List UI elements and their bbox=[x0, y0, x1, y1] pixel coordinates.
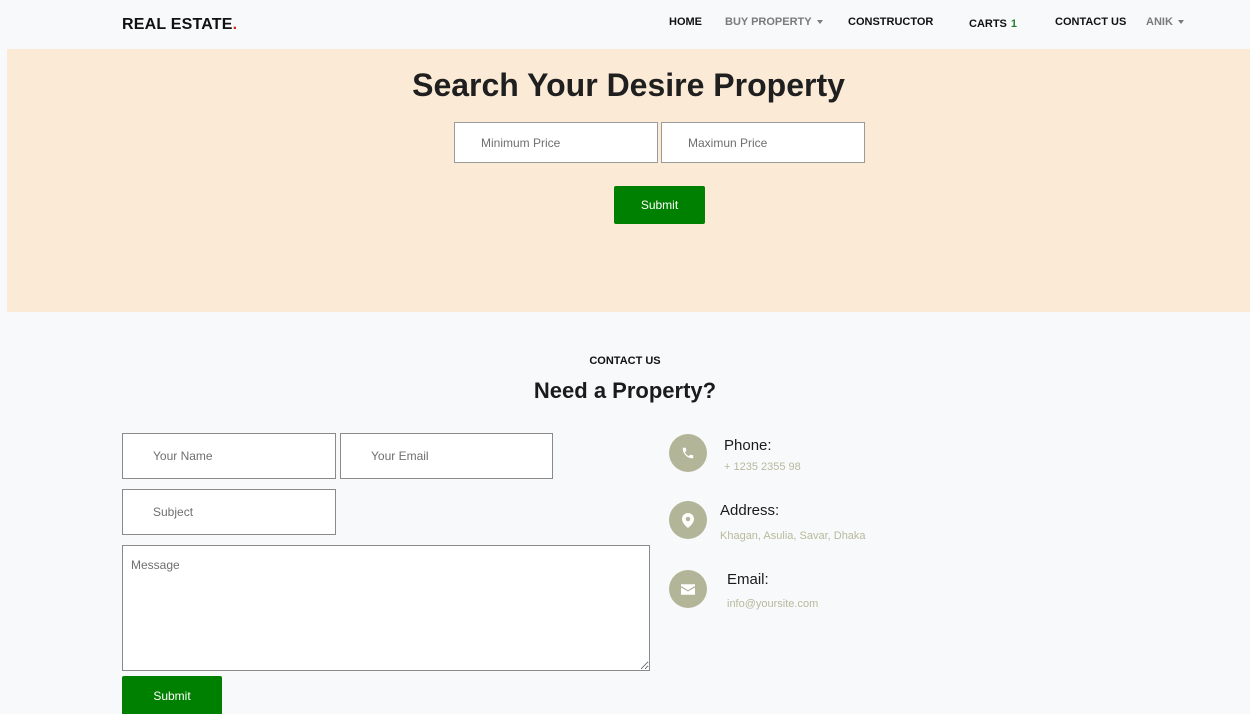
search-hero: Search Your Desire Property Submit bbox=[7, 49, 1250, 312]
chevron-down-icon bbox=[1177, 20, 1184, 25]
email-title: Email: bbox=[727, 571, 769, 588]
brand-dot: . bbox=[232, 16, 238, 33]
phone-icon bbox=[669, 434, 707, 472]
brand-logo[interactable]: REAL ESTATE. bbox=[122, 16, 237, 34]
minimum-price-input[interactable] bbox=[454, 122, 658, 163]
cart-count-badge: 1 bbox=[1010, 18, 1018, 30]
address-value: Khagan, Asulia, Savar, Dhaka bbox=[720, 530, 866, 542]
phone-value: + 1235 2355 98 bbox=[724, 461, 801, 473]
phone-title: Phone: bbox=[724, 437, 772, 454]
nav-carts[interactable]: CARTS 1 bbox=[969, 18, 1017, 34]
nav-buy-property-label: BUY PROPERTY bbox=[725, 16, 812, 28]
nav-user-menu[interactable]: ANIK bbox=[1146, 16, 1184, 32]
address-title: Address: bbox=[720, 502, 780, 519]
nav-buy-property[interactable]: BUY PROPERTY bbox=[725, 16, 823, 32]
email-input[interactable] bbox=[340, 433, 553, 479]
name-input[interactable] bbox=[122, 433, 336, 479]
search-submit-button[interactable]: Submit bbox=[614, 186, 705, 224]
maximum-price-input[interactable] bbox=[661, 122, 865, 163]
nav-carts-label: CARTS bbox=[969, 18, 1007, 30]
nav-user-label: ANIK bbox=[1146, 16, 1173, 28]
map-pin-icon bbox=[669, 501, 707, 539]
nav-contact-us[interactable]: CONTACT US bbox=[1055, 16, 1126, 32]
contact-eyebrow: CONTACT US bbox=[589, 355, 661, 367]
hero-title: Search Your Desire Property bbox=[412, 67, 845, 103]
envelope-icon bbox=[669, 570, 707, 608]
nav-home[interactable]: HOME bbox=[669, 16, 702, 32]
nav-constructor[interactable]: CONSTRUCTOR bbox=[848, 16, 933, 32]
email-value: info@yoursite.com bbox=[727, 598, 819, 610]
message-textarea[interactable] bbox=[122, 545, 650, 671]
subject-input[interactable] bbox=[122, 489, 336, 535]
chevron-down-icon bbox=[816, 20, 823, 25]
contact-submit-button[interactable]: Submit bbox=[122, 676, 222, 714]
navbar: REAL ESTATE. HOME BUY PROPERTY CONSTRUCT… bbox=[0, 0, 1250, 49]
contact-title: Need a Property? bbox=[533, 378, 717, 403]
